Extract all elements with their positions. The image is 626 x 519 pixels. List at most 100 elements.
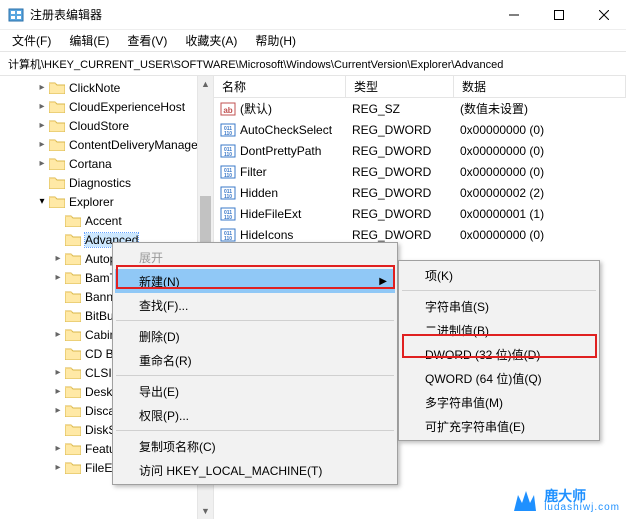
tree-label: CloudStore [69,119,129,133]
menu-favorites[interactable]: 收藏夹(A) [177,30,245,51]
tree-node[interactable]: ▸ CloudStore [0,116,213,135]
folder-icon [65,214,81,227]
scroll-down-icon[interactable]: ▼ [198,503,213,519]
svg-text:110: 110 [224,236,232,242]
ctx-new-string[interactable]: 字符串值(S) [401,294,597,318]
list-header: 名称 类型 数据 [214,76,626,98]
ctx-goto-hklm[interactable]: 访问 HKEY_LOCAL_MACHINE(T) [115,458,395,482]
minimize-button[interactable] [491,0,536,30]
value-type: REG_DWORD [346,186,454,200]
ctx-new-dword[interactable]: DWORD (32 位)值(D) [401,342,597,366]
tree-caret-icon[interactable]: ▸ [36,101,48,112]
value-name: (默认) [240,100,272,117]
value-icon: 011110 [220,227,236,243]
tree-caret-icon[interactable]: ▸ [52,329,64,340]
folder-icon [65,347,81,360]
svg-text:110: 110 [224,173,232,179]
tree-caret-icon[interactable]: ▸ [52,272,64,283]
ctx-new-label: 新建(N) [139,273,180,290]
tree-node[interactable]: ▸ CloudExperienceHost [0,97,213,116]
table-row[interactable]: 011110DontPrettyPathREG_DWORD0x00000000 … [214,140,626,161]
folder-icon [65,252,81,265]
value-type: REG_SZ [346,102,454,116]
tree-label: CloudExperienceHost [69,100,185,114]
ctx-copy-key-name[interactable]: 复制项名称(C) [115,434,395,458]
tree-caret-icon[interactable]: ▸ [52,443,64,454]
table-row[interactable]: 011110FilterREG_DWORD0x00000000 (0) [214,161,626,182]
folder-icon [65,271,81,284]
tree-caret-icon[interactable]: ▸ [52,386,64,397]
tree-caret-icon[interactable]: ▸ [36,158,48,169]
ctx-new-qword[interactable]: QWORD (64 位)值(Q) [401,366,597,390]
tree-node[interactable]: ▾ Explorer [0,192,213,211]
ctx-delete[interactable]: 删除(D) [115,324,395,348]
svg-text:110: 110 [224,152,232,158]
folder-icon [65,366,81,379]
ctx-rename[interactable]: 重命名(R) [115,348,395,372]
col-name[interactable]: 名称 [214,76,346,97]
tree-node[interactable]: ▸ ClickNote [0,78,213,97]
folder-icon [65,233,81,246]
value-type: REG_DWORD [346,144,454,158]
value-name: DontPrettyPath [240,144,321,158]
tree-caret-icon[interactable]: ▸ [52,367,64,378]
ctx-new-multistring[interactable]: 多字符串值(M) [401,390,597,414]
maximize-button[interactable] [536,0,581,30]
ctx-new-key[interactable]: 项(K) [401,263,597,287]
value-data: 0x00000000 (0) [454,123,626,137]
tree-node[interactable]: ▸ Cortana [0,154,213,173]
col-type[interactable]: 类型 [346,76,454,97]
table-row[interactable]: 011110 AutoCheckSelect REG_DWORD0x00000000… [214,119,626,140]
tree-caret-icon[interactable]: ▸ [36,82,48,93]
value-icon: 011110 [220,164,236,180]
value-type: REG_DWORD [346,165,454,179]
tree-caret-icon[interactable]: ▸ [52,253,64,264]
col-data[interactable]: 数据 [454,76,626,97]
tree-caret-icon[interactable]: ▸ [36,120,48,131]
tree-node[interactable]: Accent [0,211,213,230]
folder-icon [65,461,81,474]
table-row[interactable]: 011110HiddenREG_DWORD0x00000002 (2) [214,182,626,203]
ctx-new-binary[interactable]: 二进制值(B) [401,318,597,342]
close-button[interactable] [581,0,626,30]
table-row[interactable]: ab(默认)REG_SZ(数值未设置) [214,98,626,119]
tree-label: Explorer [69,195,114,209]
menu-file[interactable]: 文件(F) [4,30,59,51]
value-name: AutoCheckSelect [240,123,332,137]
scroll-up-icon[interactable]: ▲ [198,76,213,92]
ctx-find[interactable]: 查找(F)... [115,293,395,317]
svg-text:110: 110 [224,215,232,221]
ctx-new[interactable]: 新建(N) ▶ [115,269,395,293]
tree-caret-icon[interactable]: ▸ [52,462,64,473]
ctx-new-expandstring[interactable]: 可扩充字符串值(E) [401,414,597,438]
ctx-permissions[interactable]: 权限(P)... [115,403,395,427]
ctx-separator [116,375,394,376]
tree-caret-icon[interactable]: ▸ [36,139,48,150]
tree-caret-icon[interactable]: ▾ [36,196,48,207]
folder-icon [65,290,81,303]
watermark-logo: 鹿大师 ludashiwj.com [508,485,620,517]
tree-label: Cortana [69,157,112,171]
value-type: REG_DWORD [346,123,454,137]
tree-label: ContentDeliveryManage [69,138,198,152]
tree-node[interactable]: Diagnostics [0,173,213,192]
folder-icon [49,100,65,113]
tree-label: ClickNote [69,81,120,95]
address-bar[interactable]: 计算机\HKEY_CURRENT_USER\SOFTWARE\Microsoft… [0,52,626,76]
tree-caret-icon[interactable]: ▸ [52,405,64,416]
tree-label: Diagnostics [69,176,131,190]
tree-node[interactable]: ▸ ContentDeliveryManage [0,135,213,154]
value-data: 0x00000000 (0) [454,165,626,179]
svg-text:ab: ab [223,106,232,115]
value-type: REG_DWORD [346,228,454,242]
value-icon: 011110 [220,122,236,138]
folder-icon [49,81,65,94]
value-name: Hidden [240,186,278,200]
ctx-expand[interactable]: 展开 [115,245,395,269]
menu-help[interactable]: 帮助(H) [247,30,304,51]
table-row[interactable]: 011110HideFileExtREG_DWORD0x00000001 (1) [214,203,626,224]
context-submenu-new: 项(K) 字符串值(S) 二进制值(B) DWORD (32 位)值(D) QW… [398,260,600,441]
menu-view[interactable]: 查看(V) [119,30,175,51]
ctx-export[interactable]: 导出(E) [115,379,395,403]
menu-edit[interactable]: 编辑(E) [61,30,117,51]
